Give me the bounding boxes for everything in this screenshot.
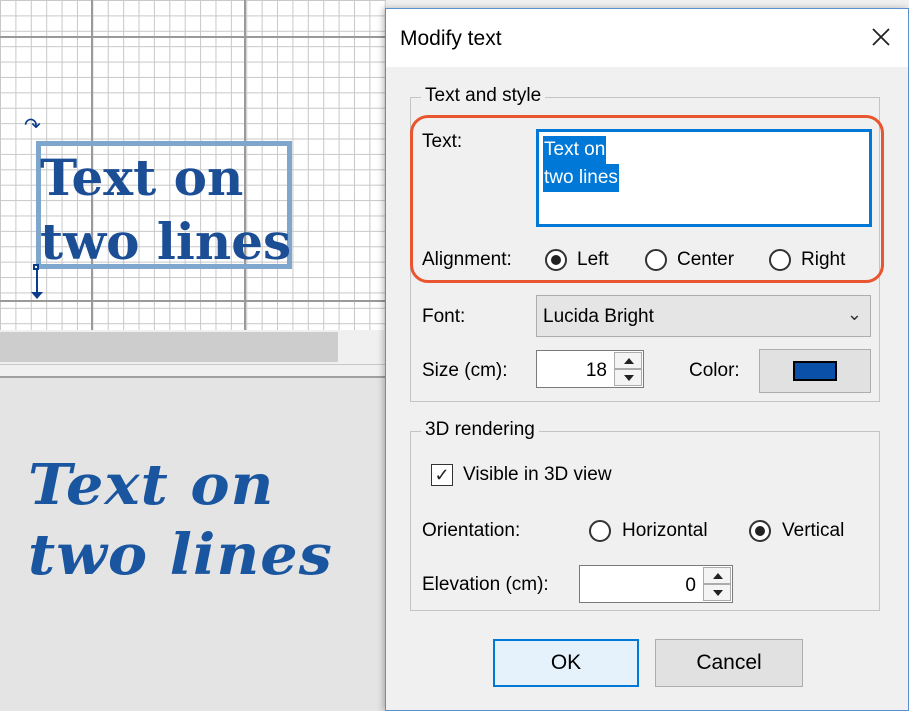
scrollbar-thumb[interactable] bbox=[0, 332, 338, 362]
chevron-down-icon: ⌄ bbox=[846, 304, 862, 324]
orientation-vertical-radio[interactable] bbox=[749, 520, 771, 542]
elevation-down-button[interactable] bbox=[703, 584, 731, 601]
ok-button[interactable]: OK bbox=[493, 639, 639, 687]
close-button[interactable] bbox=[864, 21, 898, 53]
font-label: Font: bbox=[422, 306, 466, 327]
close-icon bbox=[872, 28, 890, 46]
elevation-label: Elevation (cm): bbox=[422, 574, 549, 595]
group-label: Text and style bbox=[421, 85, 546, 107]
size-label: Size (cm): bbox=[422, 360, 508, 381]
elevation-spinner[interactable]: 0 bbox=[579, 565, 733, 603]
elevation-handle-icon[interactable] bbox=[31, 264, 43, 304]
size-up-button[interactable] bbox=[614, 352, 642, 369]
grid-major-line bbox=[0, 300, 386, 302]
dialog-title: Modify text bbox=[400, 27, 502, 50]
orientation-label: Orientation: bbox=[422, 520, 521, 541]
group-label: 3D rendering bbox=[421, 419, 539, 441]
window-edge bbox=[386, 0, 909, 8]
size-value: 18 bbox=[585, 360, 607, 381]
elevation-up-button[interactable] bbox=[703, 567, 731, 584]
grid-major-line bbox=[0, 36, 386, 38]
color-swatch bbox=[793, 361, 837, 381]
highlight-annotation bbox=[410, 115, 884, 283]
rotate-handle-icon[interactable]: ↷ bbox=[24, 116, 50, 136]
visible-in-3d-label[interactable]: Visible in 3D view bbox=[463, 464, 612, 486]
orientation-vertical-label[interactable]: Vertical bbox=[782, 520, 844, 542]
3d-view-text: Text on two lines bbox=[28, 452, 333, 588]
font-value: Lucida Bright bbox=[543, 306, 654, 327]
size-spinner[interactable]: 18 bbox=[536, 350, 644, 388]
dialog-titlebar[interactable]: Modify text bbox=[386, 9, 908, 67]
color-button[interactable] bbox=[759, 349, 871, 393]
plan-text[interactable]: Text on two lines bbox=[40, 146, 291, 274]
pane-splitter[interactable] bbox=[0, 364, 386, 378]
orientation-horizontal-label[interactable]: Horizontal bbox=[622, 520, 708, 542]
modify-text-dialog: Modify text Text and style Text: Text on… bbox=[385, 8, 909, 711]
color-label: Color: bbox=[689, 360, 740, 381]
visible-in-3d-checkbox[interactable]: ✓ bbox=[431, 464, 453, 486]
cancel-button[interactable]: Cancel bbox=[655, 639, 803, 687]
orientation-horizontal-radio[interactable] bbox=[589, 520, 611, 542]
size-down-button[interactable] bbox=[614, 369, 642, 386]
elevation-value: 0 bbox=[685, 575, 696, 596]
font-select[interactable]: Lucida Bright ⌄ bbox=[536, 295, 871, 337]
